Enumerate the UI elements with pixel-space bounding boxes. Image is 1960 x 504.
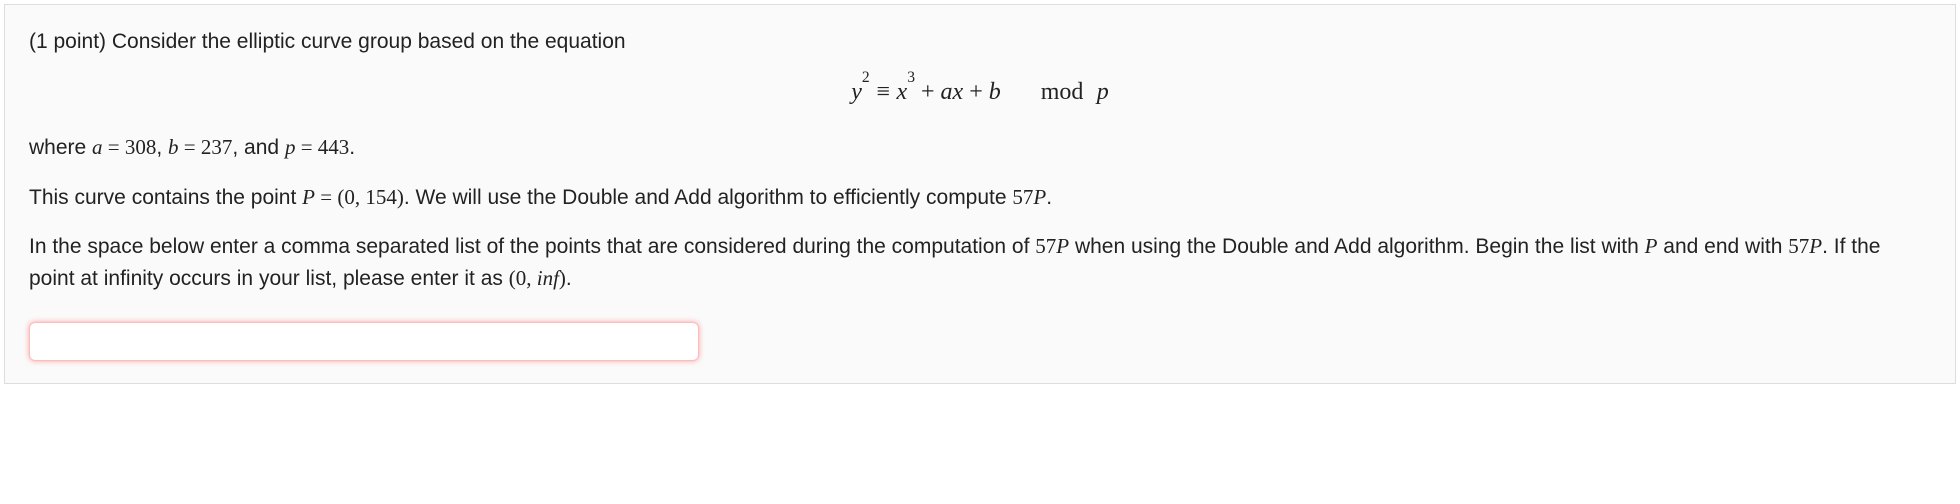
where-tail: . [349,136,355,159]
contains-P: P [302,185,315,209]
intro-text: Consider the elliptic curve group based … [112,30,626,53]
where-line: where a = 308, b = 237, and p = 443. [29,132,1931,163]
instr-mult2: 57 [1788,234,1809,258]
equation: y2 ≡ x3 + ax + b mod p [29,75,1931,110]
eq-equiv: ≡ [876,79,890,105]
instr-tail: . [566,267,572,290]
instr-P2: P [1645,234,1658,258]
instructions-line: In the space below enter a comma separat… [29,231,1931,294]
answer-input[interactable] [29,322,699,361]
instr-P: P [1056,234,1069,258]
points-label: (1 point) [29,30,106,53]
problem-container: (1 point) Consider the elliptic curve gr… [4,4,1956,384]
where-a-val: 308 [125,135,157,159]
where-prefix: where [29,136,92,159]
where-p-val: 443 [318,135,350,159]
eq-x: x [953,79,964,105]
where-eq3: = [295,135,317,159]
instr-t2: when using the Double and Add algorithm.… [1069,235,1645,258]
where-eq1: = [103,135,125,159]
eq-mod-label: mod [1041,79,1084,105]
instr-t1: In the space below enter a comma separat… [29,235,1035,258]
contains-t1: This curve contains the point [29,186,302,209]
instr-t3: and end with [1657,235,1788,258]
contains-P2: P [1033,185,1046,209]
where-eq2: = [179,135,201,159]
contains-eq: = [315,185,337,209]
instr-P3: P [1809,234,1822,258]
where-p-var: p [285,135,296,159]
eq-mod-var: p [1097,79,1109,105]
problem-intro-line: (1 point) Consider the elliptic curve gr… [29,27,1931,57]
instr-inf-open: (0, [509,266,537,290]
eq-b: b [989,79,1001,105]
contains-tail: . [1046,186,1052,209]
eq-plus1: + [915,79,941,105]
contains-mult: 57 [1012,185,1033,209]
contains-pt: (0, 154) [337,185,404,209]
instr-inf-close: ) [559,266,566,290]
eq-lhs-var: y [851,79,862,105]
where-b-var: b [168,135,179,159]
eq-rhs-exp: 3 [907,69,915,86]
instr-mult: 57 [1035,234,1056,258]
where-a-var: a [92,135,103,159]
eq-rhs-var: x [897,79,908,105]
where-b-val: 237 [201,135,233,159]
eq-lhs-exp: 2 [862,69,870,86]
where-sep1: , [156,136,168,159]
eq-a: a [941,79,953,105]
instr-inf-var: in [537,266,553,290]
eq-plus2: + [963,79,989,105]
contains-line: This curve contains the point P = (0, 15… [29,182,1931,213]
where-sep2: , and [232,136,285,159]
contains-t2: . We will use the Double and Add algorit… [404,186,1013,209]
